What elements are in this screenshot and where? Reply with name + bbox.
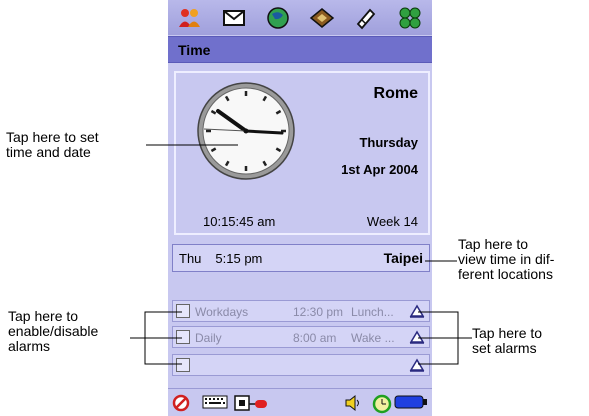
annotation-set-time: Tap here to set time and date	[6, 129, 99, 160]
annotation-set-alarms: Tap here to set alarms	[472, 325, 543, 356]
annotation-world: Tap here to view time in dif- ferent loc…	[458, 236, 555, 282]
annotation-enable-alarms: Tap here to enable/disable alarms	[8, 308, 99, 354]
